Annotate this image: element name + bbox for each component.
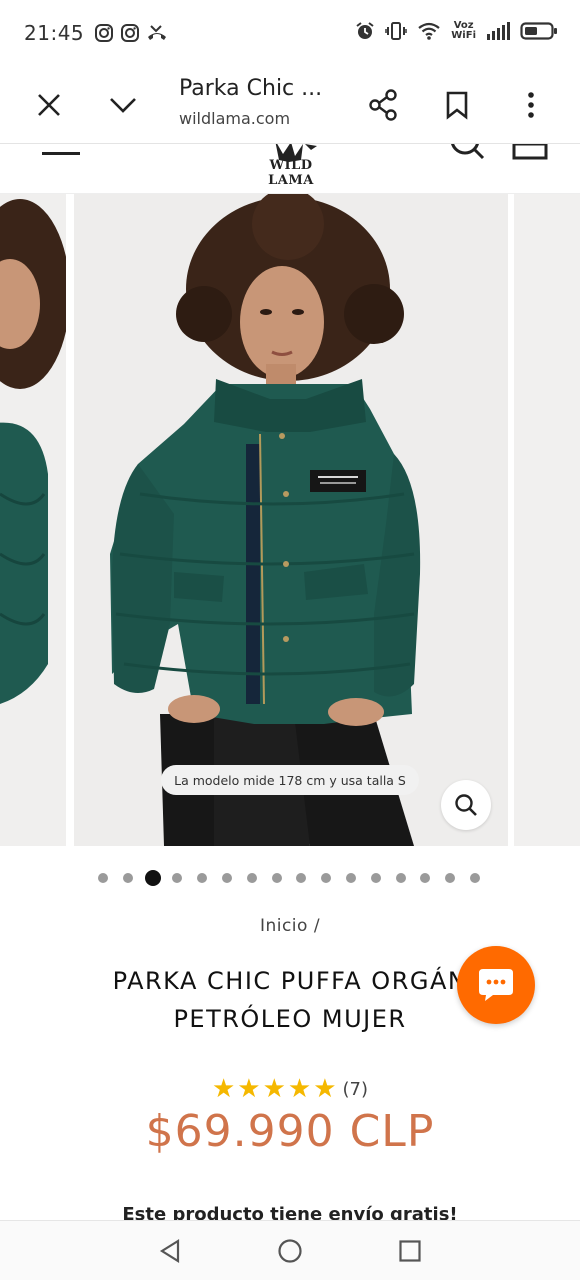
rating-count: (7) (342, 1078, 369, 1100)
alarm-icon (356, 22, 374, 39)
close-button[interactable] (24, 80, 74, 130)
logo-text: WILD LAMA (268, 158, 314, 188)
pagination-dot[interactable] (246, 873, 257, 883)
chat-button[interactable] (457, 946, 535, 1024)
pagination-dot[interactable] (370, 873, 381, 883)
instagram-icon (95, 24, 114, 42)
pagination-dot[interactable] (346, 873, 356, 883)
system-navigation-bar (0, 1220, 580, 1280)
product-price: $69.990 CLP (145, 1106, 435, 1157)
pagination-dot[interactable] (420, 873, 431, 883)
gallery-slide-next[interactable] (514, 194, 580, 846)
custom-tab-toolbar: Parka Chic ... wildlama.com (0, 66, 580, 144)
vibrate-icon (385, 22, 408, 40)
instagram-icon (121, 24, 140, 42)
pagination-dot[interactable] (222, 873, 232, 883)
status-bar: 21:45 Voz WiFi (0, 0, 580, 66)
pagination-dot[interactable] (98, 873, 108, 883)
product-image-prev (0, 194, 66, 846)
product-gallery[interactable]: La modelo mide 178 cm y usa talla S (0, 194, 580, 846)
voz-wifi-label: Voz WiFi (451, 20, 476, 41)
star-icon: ★ (287, 1074, 312, 1104)
gallery-slide-current[interactable]: La modelo mide 178 cm y usa talla S (74, 194, 508, 846)
star-icon: ★ (313, 1074, 337, 1104)
gallery-slide-prev[interactable] (0, 194, 66, 846)
star-icon: ★ (237, 1074, 261, 1104)
site-logo[interactable]: WILD LAMA (245, 144, 337, 190)
status-time: 21:45 (24, 21, 85, 45)
home-circle-icon (278, 1239, 302, 1263)
pagination-dot[interactable] (172, 873, 183, 883)
shipping-note: Este producto tiene envío gratis! (122, 1204, 458, 1220)
pagination-dot[interactable] (296, 873, 307, 883)
bookmark-icon (446, 91, 468, 120)
pagination-dot[interactable] (395, 873, 406, 883)
more-vert-icon (528, 92, 534, 118)
recents-square-icon (399, 1240, 421, 1262)
pagination-dot[interactable] (122, 873, 133, 883)
pagination-dot[interactable] (470, 873, 480, 883)
star-icon: ★ (211, 1074, 236, 1104)
product-rating[interactable]: ★ ★ ★ ★ ★ (7) (0, 1074, 580, 1104)
chevron-down-icon (110, 98, 136, 113)
wifi-icon (418, 22, 440, 40)
page-title: Parka Chic ... (179, 76, 323, 101)
missed-call-icon (148, 25, 167, 40)
share-icon (369, 89, 397, 121)
site-header: WILD LAMA (0, 144, 580, 194)
pagination-dot-active[interactable] (144, 870, 161, 886)
battery-icon (520, 22, 557, 40)
chat-bubble-icon (479, 969, 513, 1001)
breadcrumb[interactable]: Inicio / (0, 916, 580, 936)
home-button[interactable] (270, 1233, 310, 1269)
pagination-dot[interactable] (271, 873, 282, 883)
bookmark-button[interactable] (432, 80, 482, 130)
pagination-dot[interactable] (197, 873, 208, 883)
signal-icon (487, 22, 510, 40)
gallery-pagination (0, 868, 580, 888)
more-options-button[interactable] (506, 80, 556, 130)
star-icon: ★ (262, 1074, 286, 1104)
recents-button[interactable] (390, 1233, 430, 1269)
model-size-caption: La modelo mide 178 cm y usa talla S (161, 765, 419, 795)
menu-icon[interactable] (42, 152, 80, 155)
zoom-button[interactable] (441, 780, 491, 830)
collapse-button[interactable] (98, 80, 148, 130)
back-button[interactable] (150, 1233, 190, 1269)
product-image-next (514, 194, 580, 846)
back-triangle-icon (159, 1239, 180, 1263)
search-icon[interactable] (445, 144, 489, 160)
pagination-dot[interactable] (445, 873, 456, 883)
cart-icon[interactable] (510, 144, 550, 160)
page-url: wildlama.com (179, 109, 291, 128)
pagination-dot[interactable] (321, 873, 332, 883)
share-button[interactable] (358, 80, 408, 130)
product-image-main (74, 194, 508, 846)
zoom-icon (455, 794, 477, 816)
close-icon (38, 94, 60, 116)
